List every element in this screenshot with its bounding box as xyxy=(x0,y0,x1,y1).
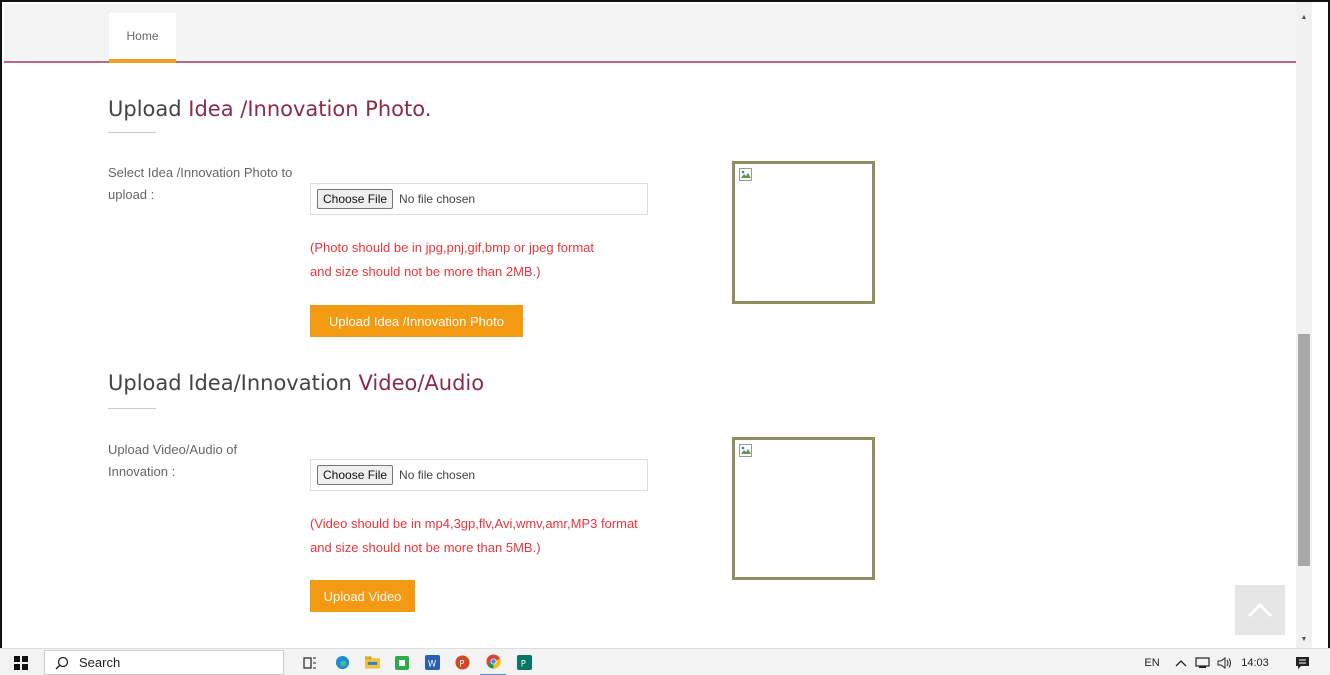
broken-image-icon xyxy=(739,168,752,181)
photo-title-underline xyxy=(108,132,156,133)
clock[interactable]: 14:03 xyxy=(1238,649,1272,675)
video-file-status: No file chosen xyxy=(399,468,476,482)
powerpoint-taskbar-button[interactable]: P xyxy=(450,649,474,675)
file-explorer-icon xyxy=(364,656,380,669)
chevron-up-icon xyxy=(1247,602,1273,618)
publisher-icon: P xyxy=(516,655,532,670)
chevron-up-icon xyxy=(1175,659,1187,666)
search-icon xyxy=(55,656,69,669)
task-view-button[interactable] xyxy=(298,649,322,675)
publisher-taskbar-button[interactable]: P xyxy=(512,649,536,675)
video-preview-image xyxy=(732,437,875,580)
task-view-icon xyxy=(303,656,316,669)
photo-title-plain: Upload xyxy=(108,97,189,121)
photo-file-input[interactable]: Choose File No file chosen xyxy=(310,183,648,215)
chrome-taskbar-button[interactable] xyxy=(480,649,506,675)
powerpoint-icon: P xyxy=(454,655,470,670)
video-section-title: Upload Idea/Innovation Video/Audio xyxy=(108,371,484,395)
camtasia-icon xyxy=(395,655,409,670)
word-icon: W xyxy=(424,655,440,670)
top-navbar: Home xyxy=(4,4,1298,63)
scroll-up-arrow[interactable]: ▲ xyxy=(1300,14,1308,21)
camtasia-taskbar-button[interactable] xyxy=(390,649,414,675)
photo-section-title: Upload Idea /Innovation Photo. xyxy=(108,97,431,121)
photo-choose-file-button[interactable]: Choose File xyxy=(317,189,394,209)
video-format-note: (Video should be in mp4,3gp,flv,Avi,wmv,… xyxy=(310,512,700,560)
upload-photo-button[interactable]: Upload Idea /Innovation Photo xyxy=(310,305,523,337)
network-icon xyxy=(1194,657,1210,668)
nav-tab-home[interactable]: Home xyxy=(109,13,176,63)
scroll-down-arrow[interactable]: ▼ xyxy=(1300,636,1308,643)
broken-image-icon xyxy=(739,444,752,457)
edge-taskbar-button[interactable] xyxy=(330,649,354,675)
video-field-label: Upload Video/Audio of Innovation : xyxy=(108,442,238,479)
svg-text:P: P xyxy=(520,658,525,668)
volume-tray-button[interactable] xyxy=(1214,649,1234,675)
video-title-accent: Video/Audio xyxy=(358,371,485,395)
scrollbar-thumb[interactable] xyxy=(1298,334,1310,566)
chrome-icon xyxy=(485,654,501,669)
photo-format-note: (Photo should be in jpg,pnj,gif,bmp or j… xyxy=(310,236,700,284)
show-hidden-icons-button[interactable] xyxy=(1172,649,1190,675)
file-explorer-taskbar-button[interactable] xyxy=(360,649,384,675)
windows-start-icon xyxy=(14,655,28,670)
browser-viewport: Home Upload Idea /Innovation Photo. Sele… xyxy=(0,0,1330,648)
photo-preview-image xyxy=(732,161,875,304)
video-note-line-1: (Video should be in mp4,3gp,flv,Avi,wmv,… xyxy=(310,516,638,531)
volume-icon xyxy=(1217,656,1231,669)
photo-note-line-1: (Photo should be in jpg,pnj,gif,bmp or j… xyxy=(310,240,595,255)
language-indicator[interactable]: EN xyxy=(1140,649,1164,675)
video-choose-file-button[interactable]: Choose File xyxy=(317,465,394,485)
upload-video-button[interactable]: Upload Video xyxy=(310,580,415,612)
photo-file-status: No file chosen xyxy=(399,192,476,206)
windows-start-button[interactable] xyxy=(8,649,34,675)
network-tray-button[interactable] xyxy=(1192,649,1212,675)
video-title-underline xyxy=(108,408,156,409)
video-file-input[interactable]: Choose File No file chosen xyxy=(310,459,648,491)
word-taskbar-button[interactable]: W xyxy=(420,649,444,675)
photo-note-line-2: and size should not be more than 2MB.) xyxy=(310,264,541,279)
notification-center-button[interactable] xyxy=(1290,649,1314,675)
photo-field-label: Select Idea /Innovation Photo to upload … xyxy=(108,165,293,202)
taskbar-search-box[interactable]: Search xyxy=(44,650,284,675)
svg-text:W: W xyxy=(427,658,436,668)
search-label: Search xyxy=(79,655,121,670)
back-to-top-button[interactable] xyxy=(1235,585,1285,635)
notification-icon xyxy=(1295,656,1309,669)
video-title-plain: Upload Idea/Innovation xyxy=(108,371,359,395)
windows-taskbar: Search W P P EN 14:03 xyxy=(0,648,1330,675)
video-note-line-2: and size should not be more than 5MB.) xyxy=(310,540,541,555)
edge-icon xyxy=(335,655,349,670)
photo-title-accent: Idea /Innovation Photo. xyxy=(188,97,432,121)
svg-text:P: P xyxy=(459,658,464,668)
